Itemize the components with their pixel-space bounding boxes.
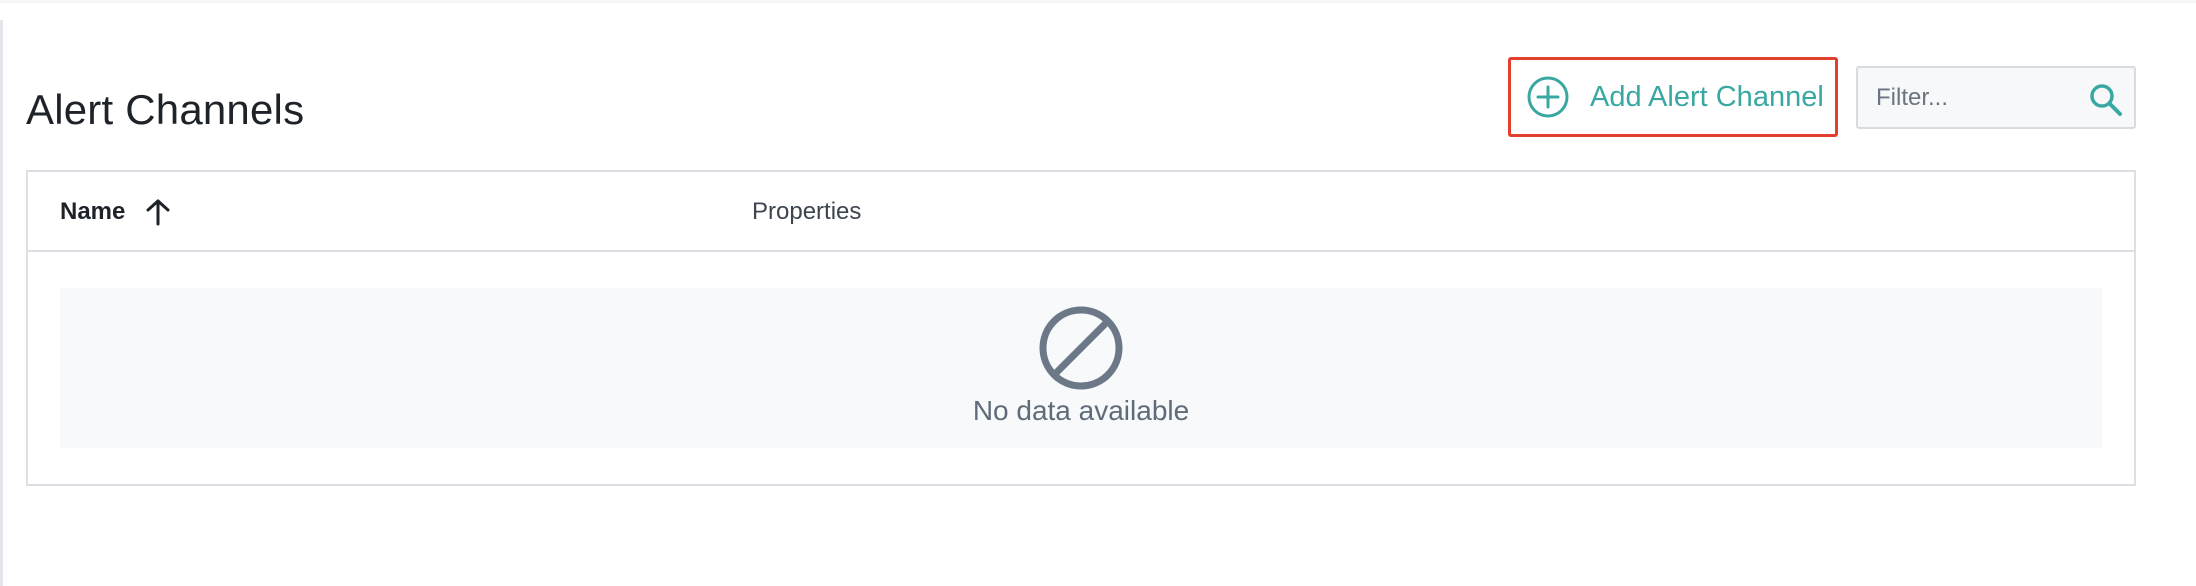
- add-alert-channel-button[interactable]: Add Alert Channel: [1508, 57, 1838, 137]
- table-header: Name Properties: [28, 172, 2134, 252]
- no-entry-icon: [1039, 306, 1123, 390]
- left-border: [0, 20, 3, 586]
- add-alert-channel-label: Add Alert Channel: [1590, 80, 1824, 113]
- column-header-name[interactable]: Name: [60, 172, 171, 252]
- search-icon[interactable]: [2088, 82, 2124, 118]
- empty-state-message: No data available: [972, 395, 1190, 426]
- alert-channels-page: Alert Channels Add Alert Channel Name Pr…: [0, 0, 2196, 586]
- filter-field[interactable]: [1856, 66, 2136, 129]
- empty-state: No data available: [60, 288, 2102, 448]
- column-header-properties[interactable]: Properties: [752, 172, 861, 252]
- column-header-name-label: Name: [60, 198, 126, 225]
- arrow-up-icon: [146, 199, 170, 226]
- top-divider: [0, 0, 2196, 3]
- plus-circle-icon: [1527, 76, 1569, 118]
- alert-channels-table: Name Properties No data available: [26, 170, 2136, 486]
- page-title: Alert Channels: [26, 86, 305, 133]
- filter-input[interactable]: [1874, 82, 2078, 113]
